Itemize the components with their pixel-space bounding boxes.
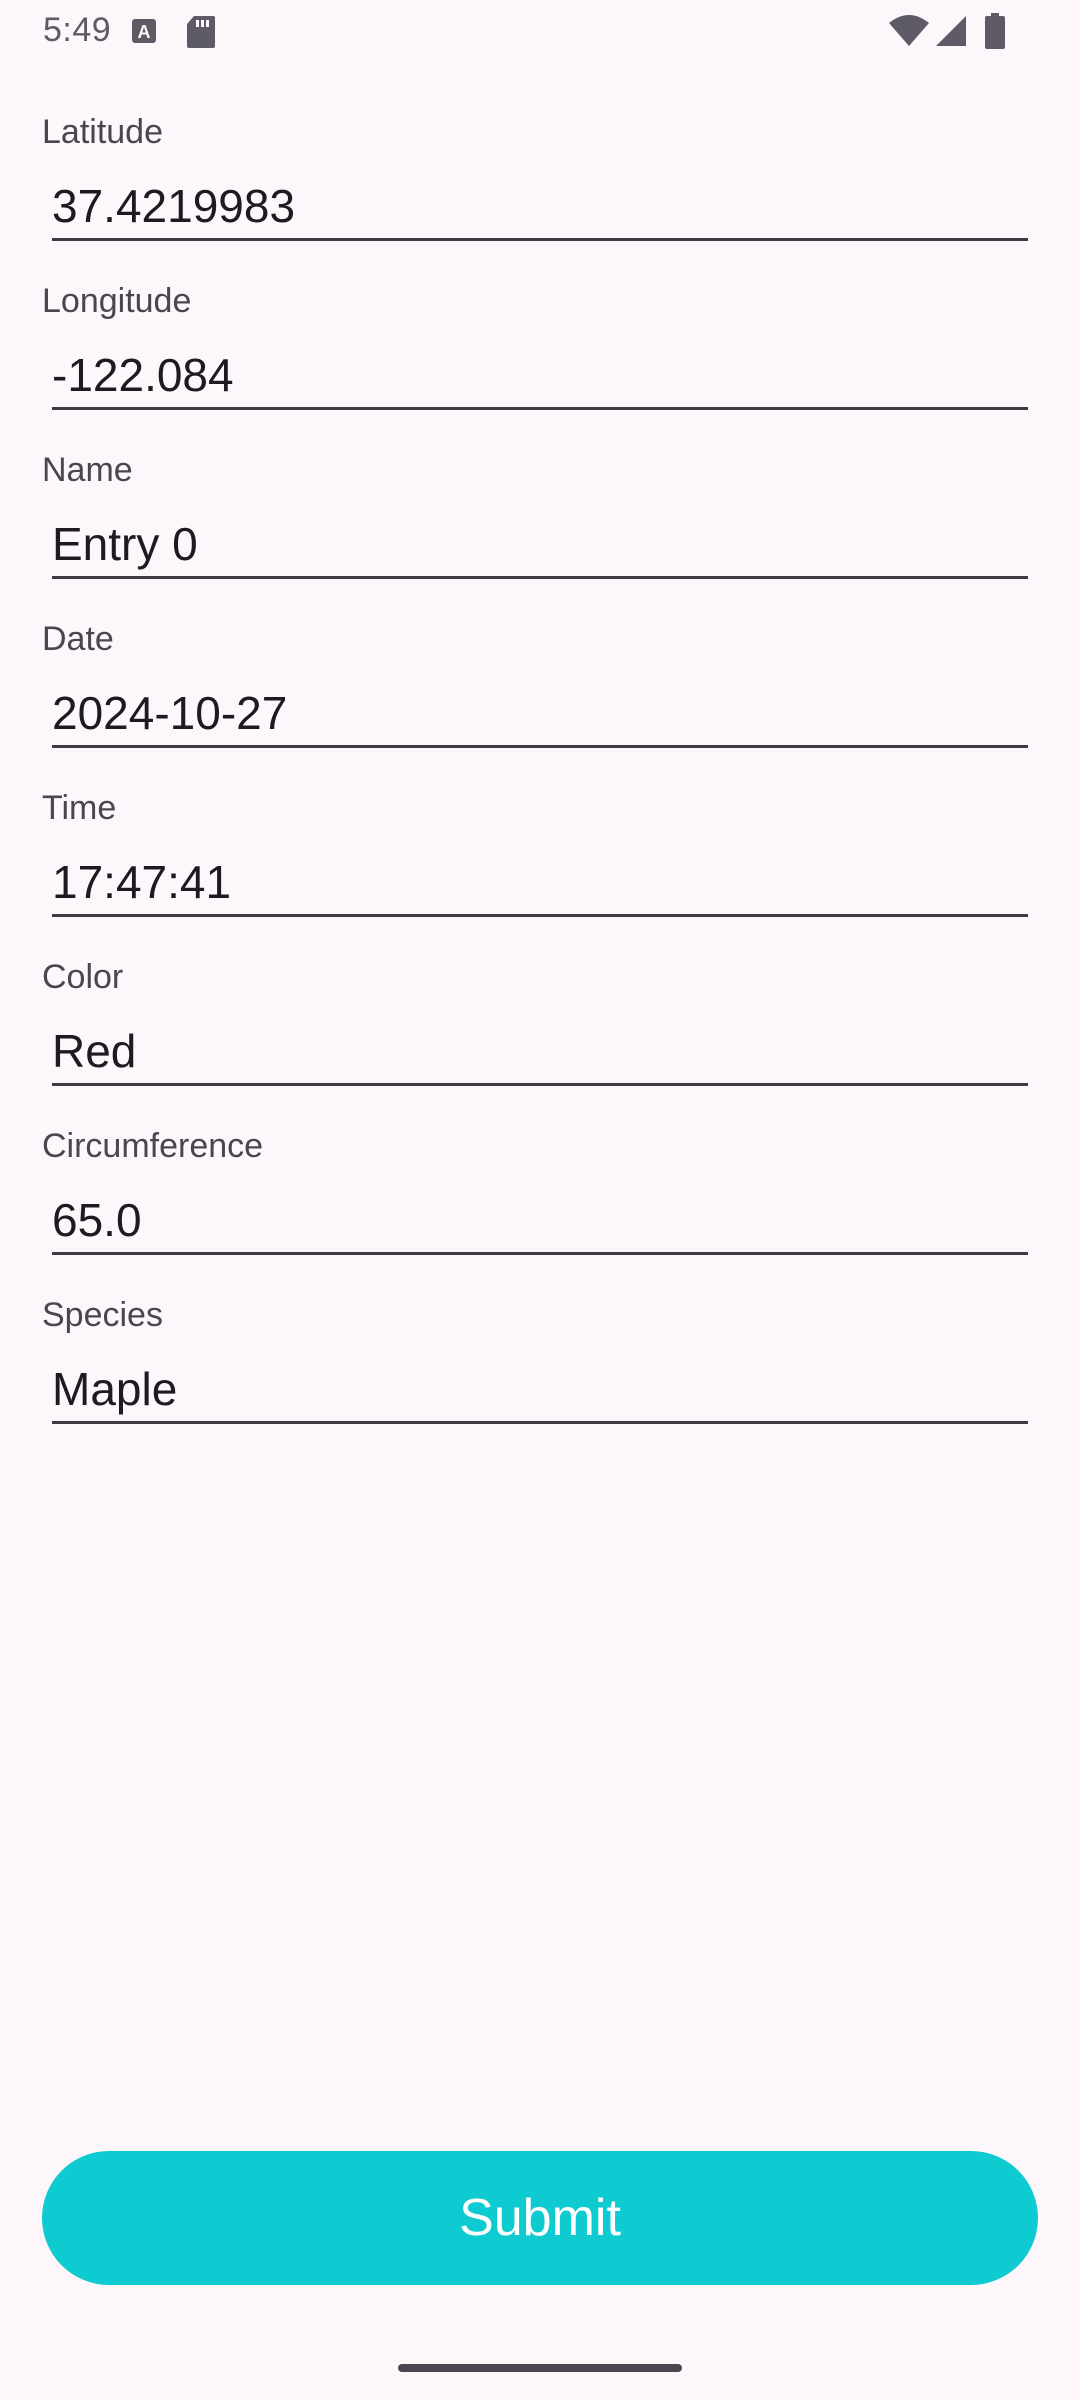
name-field: Name — [0, 450, 1080, 618]
longitude-label: Longitude — [42, 282, 192, 320]
time-input[interactable] — [52, 850, 1028, 917]
species-label: Species — [42, 1296, 163, 1334]
date-field: Date — [0, 619, 1080, 787]
name-input[interactable] — [52, 512, 1028, 579]
time-label: Time — [42, 789, 117, 827]
status-bar: 5:49 A — [0, 0, 1080, 64]
circumference-field: Circumference — [0, 1126, 1080, 1294]
keyboard-a-icon: A — [130, 17, 158, 50]
color-field: Color — [0, 957, 1080, 1125]
status-time: 5:49 — [43, 11, 112, 49]
color-input[interactable] — [52, 1019, 1028, 1086]
date-label: Date — [42, 620, 114, 658]
name-label: Name — [42, 451, 133, 489]
circumference-input[interactable] — [52, 1188, 1028, 1255]
wifi-icon — [889, 15, 929, 52]
date-input[interactable] — [52, 681, 1028, 748]
time-field: Time — [0, 788, 1080, 956]
color-label: Color — [42, 958, 124, 996]
species-input[interactable] — [52, 1357, 1028, 1424]
latitude-label: Latitude — [42, 113, 163, 151]
latitude-input[interactable] — [52, 174, 1028, 241]
latitude-field: Latitude — [0, 112, 1080, 280]
home-indicator[interactable] — [398, 2364, 682, 2372]
cell-signal-icon — [935, 15, 967, 52]
svg-text:A: A — [138, 22, 151, 42]
longitude-field: Longitude — [0, 281, 1080, 449]
battery-icon — [985, 13, 1005, 54]
species-field: Species — [0, 1295, 1080, 1463]
circumference-label: Circumference — [42, 1127, 264, 1165]
submit-button[interactable]: Submit — [42, 2151, 1038, 2285]
sd-card-icon — [186, 15, 216, 54]
longitude-input[interactable] — [52, 343, 1028, 410]
